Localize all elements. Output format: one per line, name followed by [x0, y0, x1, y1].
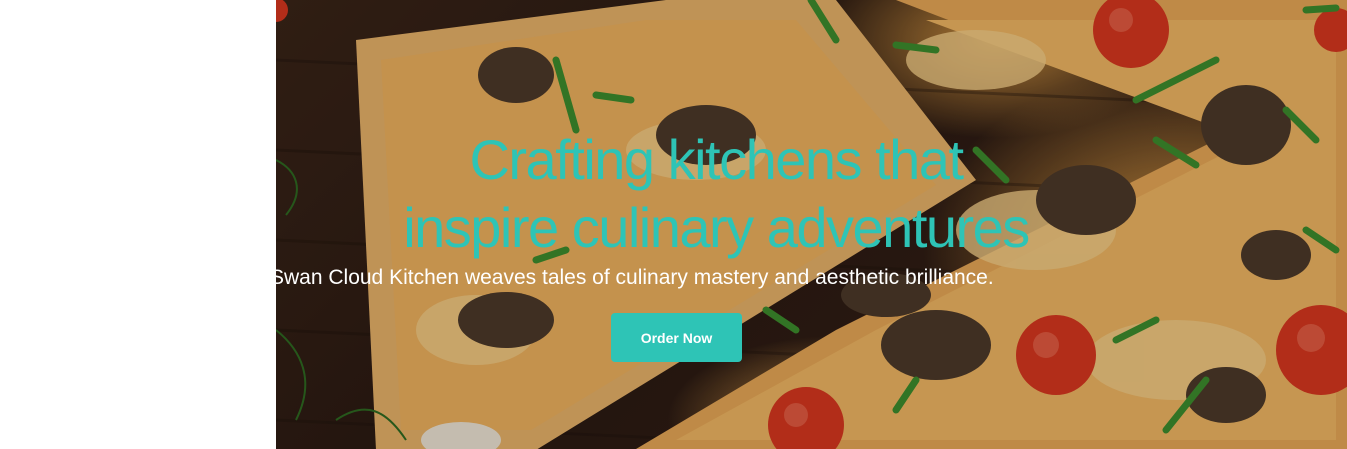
- hero-title-line-2: inspire culinary adventures: [403, 196, 1030, 259]
- hero-banner: Crafting kitchens that inspire culinary …: [276, 0, 1347, 449]
- hero-title: Crafting kitchens that inspire culinary …: [316, 126, 1116, 262]
- hero-title-line-1: Crafting kitchens that: [469, 128, 964, 191]
- page: Crafting kitchens that inspire culinary …: [0, 0, 1347, 449]
- order-now-button[interactable]: Order Now: [611, 313, 742, 362]
- hero-subtitle: Swan Cloud Kitchen weaves tales of culin…: [276, 266, 994, 289]
